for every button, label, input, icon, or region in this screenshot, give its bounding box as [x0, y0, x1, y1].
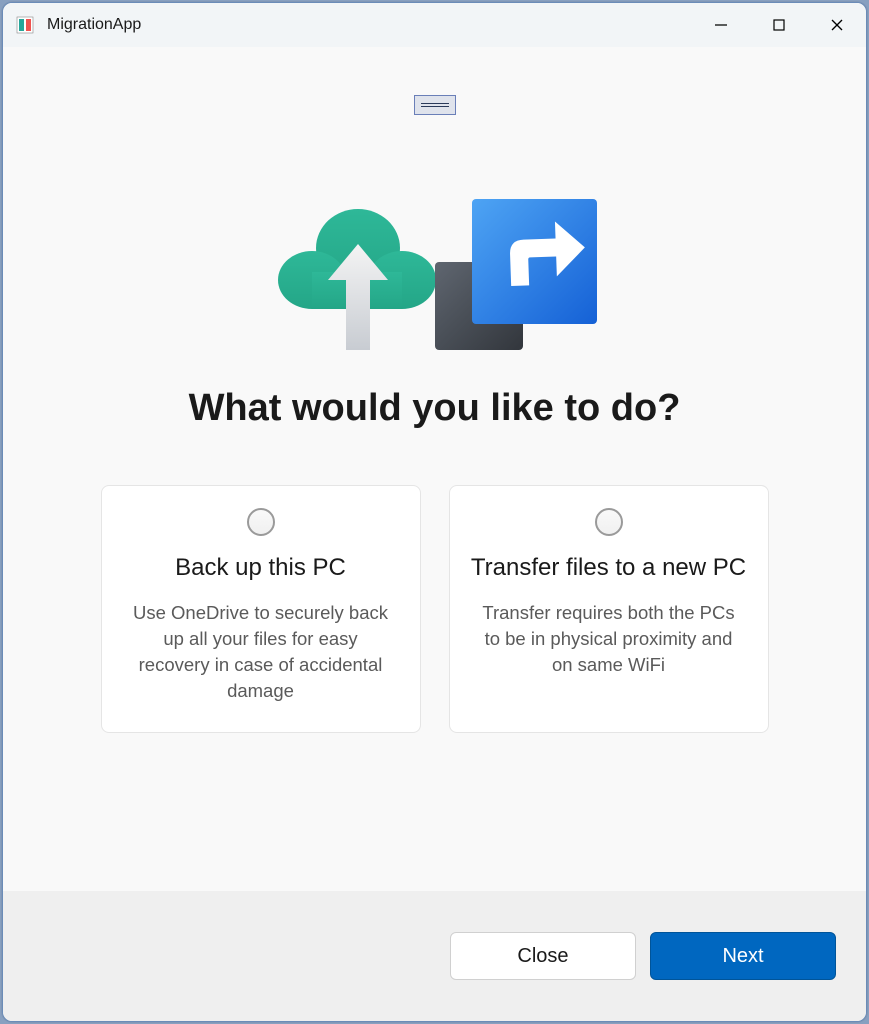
- option-transfer[interactable]: Transfer files to a new PC Transfer requ…: [449, 485, 769, 733]
- drag-handle-icon[interactable]: [414, 95, 456, 115]
- option-backup[interactable]: Back up this PC Use OneDrive to securely…: [101, 485, 421, 733]
- titlebar: MigrationApp: [3, 3, 866, 47]
- hero-illustration: [270, 197, 600, 357]
- window-controls: [692, 3, 866, 47]
- option-backup-title: Back up this PC: [122, 554, 400, 582]
- transfer-shortcut-icon: [430, 197, 600, 357]
- app-window: MigrationApp: [2, 2, 867, 1022]
- radio-transfer[interactable]: [595, 508, 623, 536]
- option-group: Back up this PC Use OneDrive to securely…: [2, 485, 867, 733]
- radio-backup[interactable]: [247, 508, 275, 536]
- app-icon: [15, 15, 35, 35]
- close-window-button[interactable]: [808, 3, 866, 47]
- option-backup-description: Use OneDrive to securely back up all you…: [122, 600, 400, 704]
- close-button[interactable]: Close: [450, 932, 636, 980]
- next-button[interactable]: Next: [650, 932, 836, 980]
- cloud-upload-icon: [270, 202, 450, 357]
- option-transfer-description: Transfer requires both the PCs to be in …: [470, 600, 748, 678]
- footer-bar: Close Next: [3, 891, 866, 1021]
- content-area: What would you like to do? Back up this …: [3, 47, 866, 891]
- window-title: MigrationApp: [47, 16, 141, 34]
- minimize-button[interactable]: [692, 3, 750, 47]
- option-transfer-title: Transfer files to a new PC: [470, 554, 748, 582]
- page-heading: What would you like to do?: [189, 387, 681, 430]
- maximize-button[interactable]: [750, 3, 808, 47]
